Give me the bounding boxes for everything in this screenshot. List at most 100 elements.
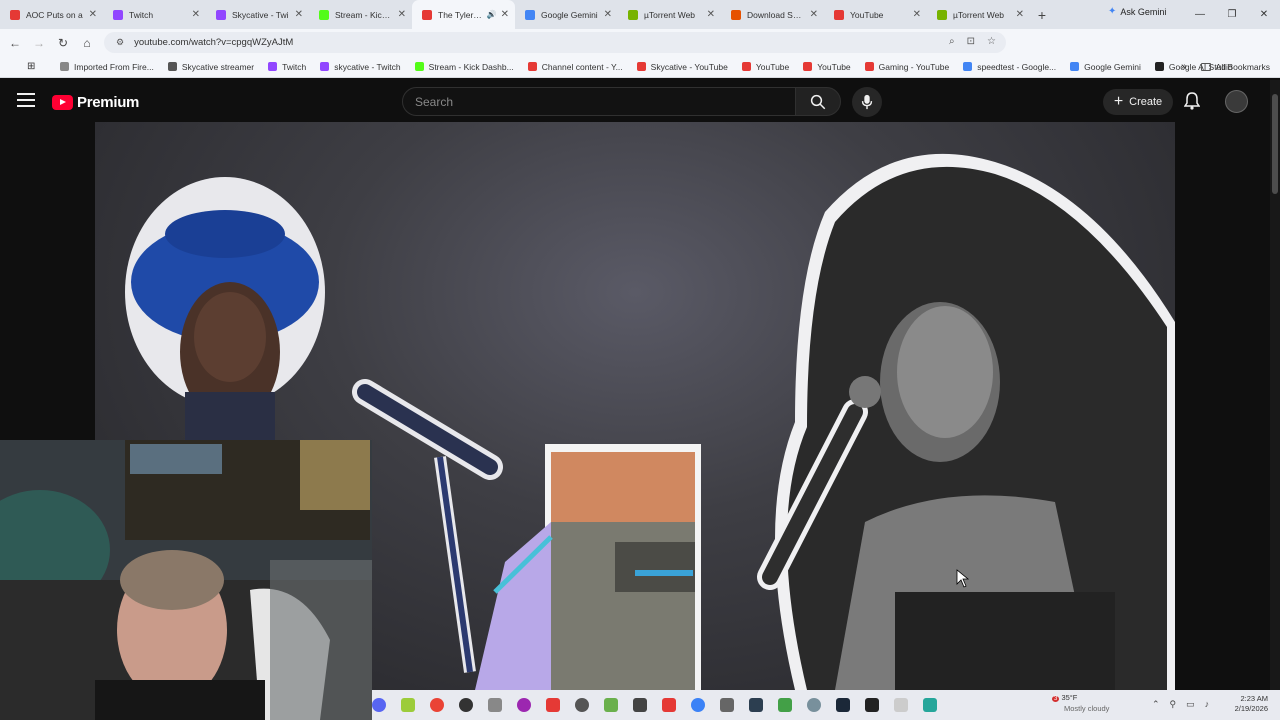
bookmark-item[interactable]: speedtest - Google... <box>963 62 1056 72</box>
tab-favicon-icon <box>525 9 535 20</box>
page-scrollbar[interactable] <box>1270 80 1280 690</box>
tab-title: Download Suck <box>747 9 806 20</box>
bookmark-item[interactable]: Imported From Fire... <box>60 62 154 72</box>
clock[interactable]: 2:23 AM 2/19/2026 <box>1235 694 1268 714</box>
chrome-icon[interactable] <box>430 698 444 712</box>
bookmark-item[interactable]: YouTube <box>803 62 851 72</box>
browser-tab[interactable]: µTorrent Web ✕ <box>927 0 1030 29</box>
tab-favicon-icon <box>628 9 638 20</box>
close-tab-icon[interactable]: ✕ <box>89 9 97 20</box>
microphone-tray-icon[interactable]: ⚲ <box>1170 699 1177 710</box>
app-icon[interactable] <box>604 698 618 712</box>
app-icon[interactable] <box>836 698 850 712</box>
close-tab-icon[interactable]: ✕ <box>604 9 612 20</box>
speaker-icon[interactable]: ♪ <box>1205 699 1210 710</box>
close-tab-icon[interactable]: ✕ <box>501 9 509 20</box>
browser-tab[interactable]: Google Gemini ✕ <box>515 0 618 29</box>
site-info-icon[interactable]: ⚙ <box>116 37 124 48</box>
discord-icon[interactable] <box>372 698 386 712</box>
browser-tab[interactable]: YouTube ✕ <box>824 0 927 29</box>
app-icon[interactable] <box>488 698 502 712</box>
bookmark-item[interactable]: Stream - Kick Dashb... <box>414 62 514 72</box>
browser-tab[interactable]: Stream - Kick D ✕ <box>309 0 412 29</box>
bookmark-favicon-icon <box>1070 62 1080 71</box>
bookmark-item[interactable]: skycative - Twitch <box>320 62 401 72</box>
browser-tab[interactable]: Skycative - Twi ✕ <box>206 0 309 29</box>
app-icon[interactable] <box>575 698 589 712</box>
close-tab-icon[interactable]: ✕ <box>1016 9 1024 20</box>
app-icon[interactable] <box>749 698 763 712</box>
app-icon[interactable] <box>633 698 647 712</box>
app-icon[interactable] <box>865 698 879 712</box>
minimize-icon[interactable]: — <box>1184 9 1216 20</box>
app-icon[interactable] <box>517 698 531 712</box>
bookmark-item[interactable]: Channel content - Y... <box>527 62 623 72</box>
back-icon[interactable]: ← <box>3 36 27 50</box>
hamburger-menu-icon[interactable] <box>17 93 35 111</box>
tab-favicon-icon <box>937 9 947 20</box>
speaker-icon[interactable]: 🔊 <box>487 10 497 19</box>
settings-icon[interactable] <box>720 698 734 712</box>
bookmark-item[interactable]: Google Gemini <box>1070 62 1141 72</box>
youtube-logo[interactable]: Premium <box>52 94 139 111</box>
ask-gemini-button[interactable]: ✦ Ask Gemini <box>1108 6 1166 17</box>
microphone-icon <box>861 94 873 110</box>
close-tab-icon[interactable]: ✕ <box>810 9 818 20</box>
app-icon[interactable] <box>691 698 705 712</box>
bookmark-item[interactable]: Twitch <box>268 62 306 72</box>
account-avatar[interactable] <box>1225 90 1248 113</box>
tab-title: Twitch <box>129 9 154 20</box>
browser-tab[interactable]: µTorrent Web ✕ <box>618 0 721 29</box>
create-button[interactable]: + Create <box>1103 89 1173 115</box>
weather-widget[interactable]: 3 35°F Mostly cloudy <box>1052 693 1109 714</box>
app-icon[interactable] <box>401 698 415 712</box>
close-tab-icon[interactable]: ✕ <box>398 9 406 20</box>
app-icon[interactable] <box>459 698 473 712</box>
home-icon[interactable]: ⌂ <box>75 36 99 50</box>
chevron-right-icon[interactable]: » <box>1181 61 1187 72</box>
browser-tab[interactable]: Download Suck ✕ <box>721 0 824 29</box>
app-icon[interactable] <box>662 698 676 712</box>
scrollbar-thumb[interactable] <box>1272 94 1278 194</box>
app-icon[interactable] <box>923 698 937 712</box>
app-icon[interactable] <box>546 698 560 712</box>
bookmark-item[interactable]: Skycative - YouTube <box>636 62 728 72</box>
bell-icon <box>1183 92 1201 110</box>
reload-icon[interactable]: ↻ <box>51 36 75 50</box>
search-button[interactable] <box>795 87 841 116</box>
webcam-feed-image <box>0 440 372 720</box>
close-tab-icon[interactable]: ✕ <box>913 9 921 20</box>
url-bar[interactable]: ⚙ youtube.com/watch?v=cpgqWZyAJtM ⌕ ⊡ ☆ <box>104 32 1006 53</box>
all-bookmarks[interactable]: » All Bookmarks <box>1181 61 1270 72</box>
tab-title: µTorrent Web <box>644 9 696 20</box>
forward-icon[interactable]: → <box>27 36 51 50</box>
browser-tab[interactable]: The Tyler Pe 🔊 ✕ <box>412 0 515 29</box>
app-icon[interactable] <box>894 698 908 712</box>
network-icon[interactable]: ▭ <box>1186 699 1195 710</box>
bookmark-favicon-icon <box>864 62 874 71</box>
close-tab-icon[interactable]: ✕ <box>707 9 715 20</box>
app-icon[interactable] <box>807 698 821 712</box>
voice-search-button[interactable] <box>852 87 882 117</box>
restore-icon[interactable]: ❐ <box>1216 9 1248 20</box>
new-tab-button[interactable]: + <box>1030 7 1054 23</box>
zoom-icon[interactable]: ⌕ <box>949 36 955 47</box>
bookmark-star-icon[interactable]: ☆ <box>987 36 996 47</box>
bookmark-item[interactable]: Skycative streamer <box>167 62 254 72</box>
close-tab-icon[interactable]: ✕ <box>295 9 303 20</box>
clock-time: 2:23 AM <box>1240 694 1268 703</box>
search-input[interactable]: Search <box>402 87 796 116</box>
bookmark-item[interactable]: Gaming - YouTube <box>864 62 949 72</box>
chevron-up-icon[interactable]: ⌃ <box>1152 699 1160 710</box>
apps-icon[interactable]: ⊞ <box>27 61 35 72</box>
notifications-button[interactable] <box>1183 92 1201 115</box>
install-icon[interactable]: ⊡ <box>967 36 975 47</box>
close-window-icon[interactable]: ✕ <box>1248 9 1280 20</box>
address-toolbar: ← → ↻ ⌂ ⚙ youtube.com/watch?v=cpgqWZyAJt… <box>0 29 1280 74</box>
close-tab-icon[interactable]: ✕ <box>192 9 200 20</box>
bookmark-item[interactable]: YouTube <box>741 62 789 72</box>
browser-tab[interactable]: AOC Puts on a ✕ <box>0 0 103 29</box>
app-icon[interactable] <box>778 698 792 712</box>
bookmark-favicon-icon <box>268 62 278 71</box>
browser-tab[interactable]: Twitch ✕ <box>103 0 206 29</box>
